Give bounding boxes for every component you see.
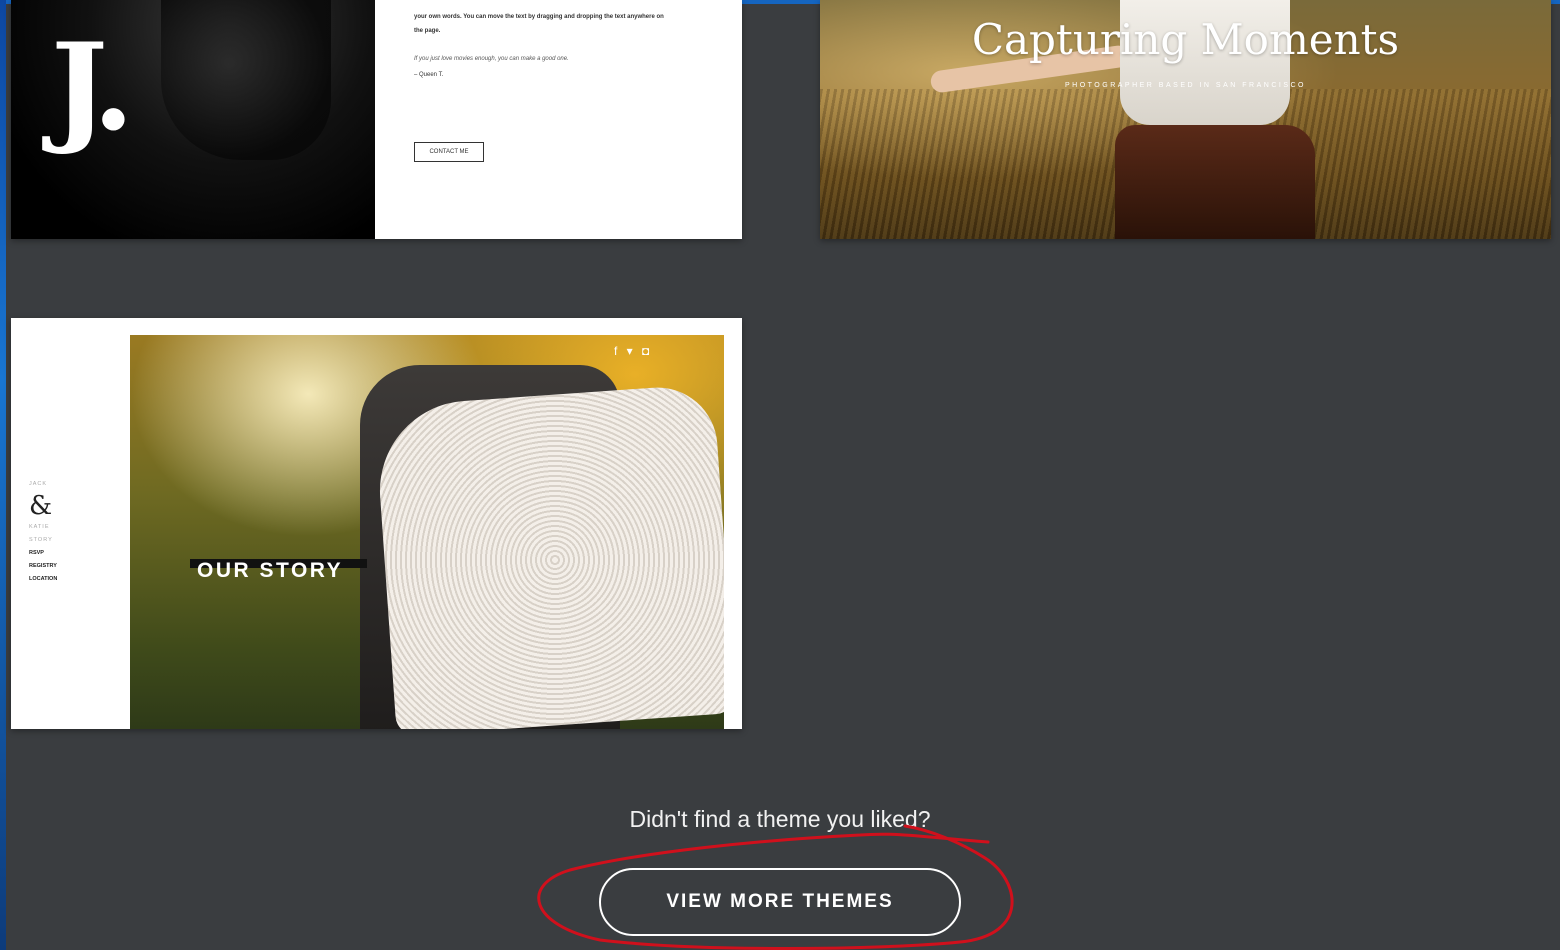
contact-me-button[interactable]: CONTACT ME [414, 142, 484, 162]
view-more-themes-button[interactable]: VIEW MORE THEMES [599, 868, 961, 936]
no-theme-prompt: Didn't find a theme you liked? [629, 806, 931, 832]
body-text-line-2: the page. [414, 28, 441, 34]
social-icons[interactable]: f ▾ ◘ [614, 344, 652, 358]
wedding-sidebar-nav: JACK & KATIE STORY RSVP REGISTRY LOCATIO… [29, 478, 57, 586]
nav-item-registry[interactable]: REGISTRY [29, 560, 57, 573]
nav-name-top: JACK [29, 481, 48, 487]
couple-photo [130, 335, 724, 729]
theme-title: Capturing Moments [971, 15, 1400, 64]
theme-logo: J. [51, 17, 134, 158]
leather-jacket-image [161, 0, 331, 160]
theme-quote-author: – Queen T. [414, 72, 444, 78]
nav-item-story[interactable]: STORY [29, 534, 57, 547]
our-story-headline: OUR STORY [197, 559, 344, 582]
person-skirt-image [1115, 125, 1315, 239]
theme-card-capturing-moments[interactable]: Capturing Moments PHOTOGRAPHER BASED IN … [820, 0, 1551, 239]
body-text-line-1: your own words. You can move the text by… [414, 14, 664, 20]
nav-ampersand: & [29, 491, 53, 521]
nav-name-bottom: KATIE [29, 524, 50, 530]
nav-item-location[interactable]: LOCATION [29, 573, 57, 586]
nav-item-rsvp[interactable]: RSVP [29, 547, 57, 560]
theme-card-j[interactable]: J. your own words. You can move the text… [11, 0, 742, 239]
lace-dress-image [373, 383, 724, 729]
theme-quote: If you just love movies enough, you can … [414, 56, 569, 62]
theme-subtitle: PHOTOGRAPHER BASED IN SAN FRANCISCO [1064, 82, 1306, 89]
theme-body-text: your own words. You can move the text by… [414, 10, 714, 38]
theme-card-our-story[interactable]: JACK & KATIE STORY RSVP REGISTRY LOCATIO… [11, 318, 742, 729]
